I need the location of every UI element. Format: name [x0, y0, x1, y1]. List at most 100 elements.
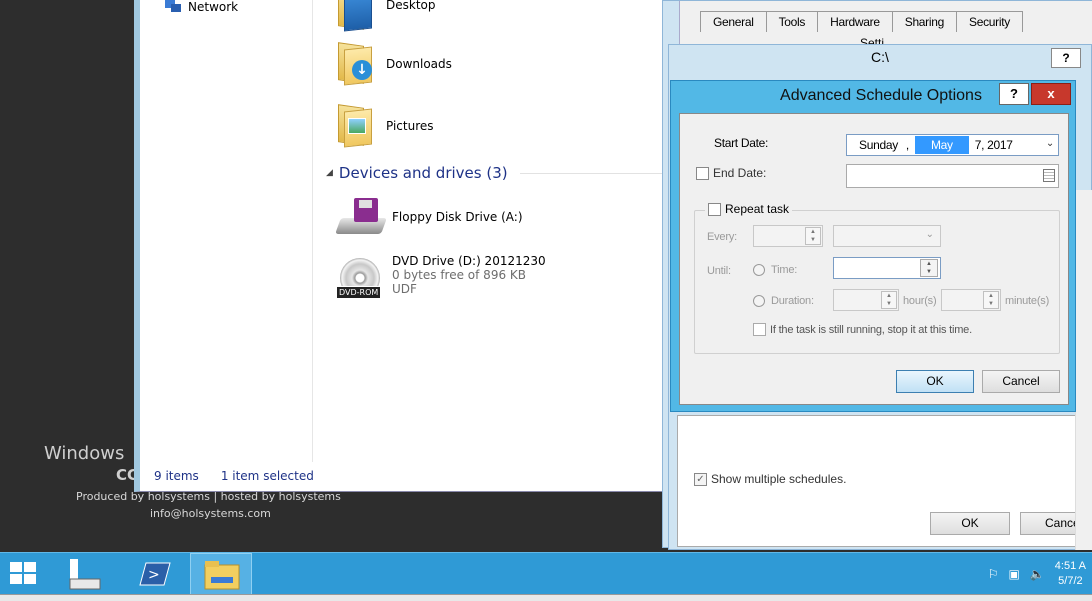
duration-minutes-spinner[interactable]: ▲ ▼: [941, 289, 1001, 311]
properties-tabs: General Tools Hardware Sharing Security: [700, 11, 1023, 32]
start-button[interactable]: [10, 562, 38, 586]
duration-hours-spinner[interactable]: ▲ ▼: [833, 289, 899, 311]
dialog-close-button[interactable]: x: [1031, 83, 1071, 105]
until-time-option[interactable]: Time:: [753, 264, 797, 276]
drive-dvd-fs: UDF: [392, 282, 417, 296]
dialog-body: Start Date: Sunday , May 7, 2017 ⌄ End D…: [679, 113, 1069, 405]
until-duration-label: Duration:: [771, 295, 814, 307]
downloads-folder-icon: ↓: [336, 42, 376, 86]
tab-general[interactable]: General: [700, 11, 767, 32]
drive-dvd-free: 0 bytes free of 896 KB: [392, 268, 526, 282]
stop-task-option[interactable]: If the task is still running, stop it at…: [753, 323, 972, 336]
until-duration-radio[interactable]: [753, 295, 765, 307]
status-item-count: 9 items: [154, 469, 199, 483]
schedule-window-body: ✓ Show multiple schedules. OK Cance: [677, 415, 1086, 547]
repeat-task-group: Repeat task Every: ▲ ▼ ⌄ Until: Time: ▲ ▼ …: [694, 202, 1060, 354]
powershell-icon[interactable]: >: [134, 557, 174, 591]
folder-desktop[interactable]: Desktop: [336, 0, 436, 32]
repeat-task-option[interactable]: Repeat task: [705, 202, 793, 216]
folder-icon: [336, 0, 376, 32]
network-tray-icon[interactable]: ▣: [1009, 567, 1020, 581]
start-date-rest: 7, 2017: [974, 138, 1013, 152]
dialog-help-button[interactable]: ?: [999, 83, 1029, 105]
end-date-label: End Date:: [713, 166, 767, 180]
volume-muted-icon[interactable]: 🔈: [1030, 567, 1045, 581]
taskbar: > ⚐ ▣ 🔈 4:51 A 5/7/2: [0, 552, 1092, 595]
navigation-pane: Network: [140, 0, 313, 462]
start-date-picker[interactable]: Sunday , May 7, 2017 ⌄: [846, 134, 1059, 156]
nav-item-network[interactable]: Network: [164, 0, 238, 14]
clock-date: 5/7/2: [1058, 575, 1083, 587]
desktop-email: info@holsystems.com: [150, 507, 271, 520]
schedule-ok-button[interactable]: OK: [930, 512, 1010, 535]
status-selected-count: 1 item selected: [220, 469, 314, 483]
start-date-label: Start Date:: [714, 136, 769, 150]
stop-task-label: If the task is still running, stop it at…: [770, 323, 972, 336]
folder-desktop-label: Desktop: [386, 0, 436, 12]
every-interval-spinner[interactable]: ▲ ▼: [753, 225, 823, 247]
show-multiple-schedules[interactable]: ✓ Show multiple schedules.: [694, 472, 846, 486]
until-time-field[interactable]: ▲ ▼: [833, 257, 941, 279]
devices-group-header[interactable]: ◢ Devices and drives (3): [326, 164, 666, 182]
devices-group-label: Devices and drives (3): [338, 164, 508, 182]
tab-tools[interactable]: Tools: [765, 11, 819, 32]
dvd-rom-tag: DVD-ROM: [336, 286, 382, 299]
start-date-month[interactable]: May: [914, 136, 969, 154]
file-explorer-window: Network Desktop ↓ Downloads Pictures Do …: [134, 0, 821, 492]
taskbar-clock[interactable]: 4:51 A 5/7/2: [1055, 559, 1086, 589]
end-date-picker[interactable]: [846, 164, 1059, 188]
repeat-task-checkbox[interactable]: [708, 202, 721, 216]
until-label: Until:: [707, 265, 731, 277]
network-icon: [165, 0, 181, 12]
file-explorer-icon: [204, 561, 240, 590]
until-duration-option[interactable]: Duration:: [753, 295, 814, 307]
properties-scrollbar[interactable]: [1075, 190, 1092, 550]
tab-sharing[interactable]: Sharing: [891, 11, 957, 32]
schedule-help-button[interactable]: ?: [1051, 48, 1081, 68]
server-manager-icon[interactable]: [64, 557, 104, 591]
system-tray: ⚐ ▣ 🔈 4:51 A 5/7/2: [988, 559, 1086, 589]
chevron-down-icon[interactable]: ⌄: [1046, 138, 1054, 149]
pictures-folder-icon: [336, 104, 376, 148]
drive-floppy[interactable]: Floppy Disk Drive (A:): [335, 194, 523, 238]
until-time-radio[interactable]: [753, 264, 765, 276]
content-pane: Desktop ↓ Downloads Pictures Do ◢ Device…: [314, 0, 821, 462]
chevron-down-icon: ⌄: [925, 229, 934, 240]
stop-task-checkbox[interactable]: [753, 323, 766, 336]
drive-floppy-label: Floppy Disk Drive (A:): [392, 210, 523, 224]
tab-security[interactable]: Security: [956, 11, 1023, 32]
bottom-strip: [0, 594, 1092, 601]
explorer-status-bar: 9 items 1 item selected: [140, 461, 664, 491]
folder-pictures-label: Pictures: [386, 119, 434, 133]
start-date-day: Sunday: [859, 138, 898, 152]
folder-downloads[interactable]: ↓ Downloads: [336, 42, 452, 86]
svg-text:>: >: [148, 567, 160, 583]
folder-pictures[interactable]: Pictures: [336, 104, 434, 148]
drive-dvd[interactable]: DVD-ROM DVD Drive (D:) 20121230 0 bytes …: [336, 254, 546, 299]
drive-dvd-text: DVD Drive (D:) 20121230 0 bytes free of …: [392, 254, 546, 298]
until-time-label: Time:: [771, 264, 798, 276]
every-label: Every:: [707, 231, 737, 243]
advanced-schedule-dialog: Advanced Schedule Options ? x Start Date…: [670, 80, 1076, 412]
clock-time: 4:51 A: [1054, 560, 1086, 572]
drive-dvd-name: DVD Drive (D:) 20121230: [392, 254, 546, 268]
tab-hardware[interactable]: Hardware: [817, 11, 893, 32]
dialog-ok-button[interactable]: OK: [896, 370, 974, 393]
collapse-triangle-icon[interactable]: ◢: [326, 168, 333, 178]
desktop-watermark-title: Windows: [44, 443, 125, 464]
repeat-task-label: Repeat task: [725, 202, 790, 216]
calendar-icon[interactable]: [1043, 169, 1055, 182]
floppy-drive-icon: [335, 194, 387, 238]
end-date-option[interactable]: End Date:: [696, 166, 766, 180]
dvd-drive-icon: DVD-ROM: [336, 254, 384, 299]
schedule-window-title: C:\: [871, 49, 889, 65]
minutes-label: minute(s): [1005, 295, 1050, 307]
action-center-flag-icon[interactable]: ⚐: [988, 567, 999, 581]
end-date-checkbox[interactable]: [696, 166, 709, 180]
hours-label: hour(s): [903, 295, 937, 307]
show-multiple-checkbox[interactable]: ✓: [694, 472, 707, 486]
folder-downloads-label: Downloads: [386, 57, 452, 71]
dialog-cancel-button[interactable]: Cancel: [982, 370, 1060, 393]
every-unit-combo[interactable]: ⌄: [833, 225, 941, 247]
taskbar-file-explorer[interactable]: [190, 553, 252, 595]
